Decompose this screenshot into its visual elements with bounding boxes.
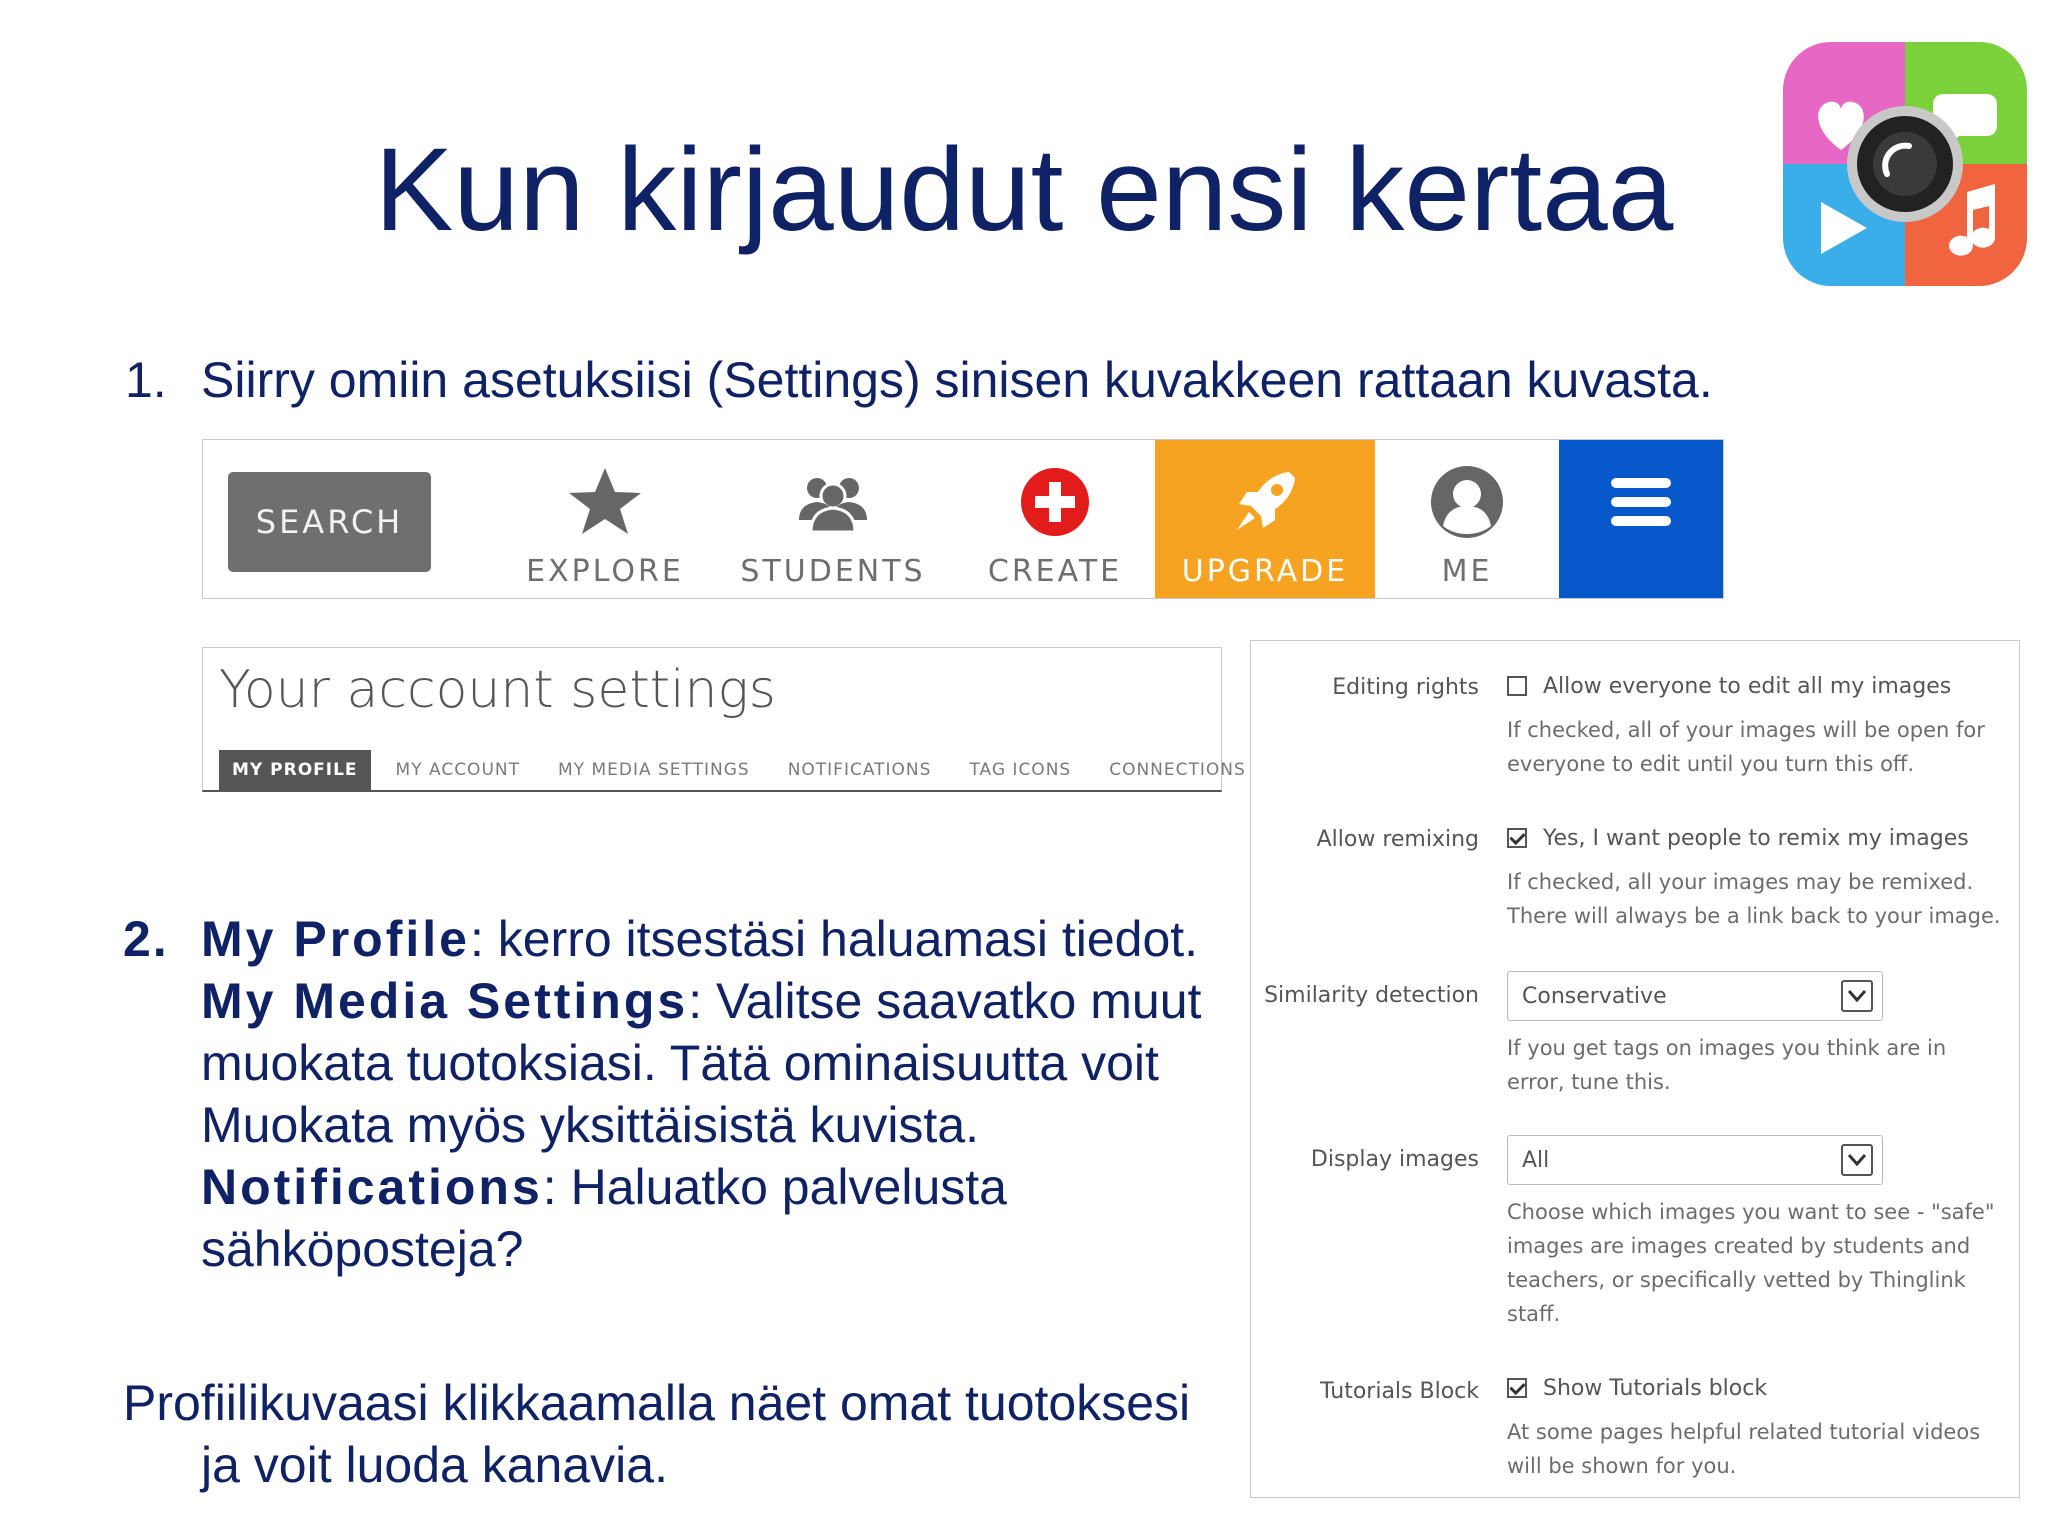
tutorials-block-help-1: At some pages helpful related tutorial v… xyxy=(1507,1420,1981,1444)
notifications-text-1: : Haluatko palvelusta xyxy=(542,1159,1007,1215)
explore-button[interactable]: EXPLORE xyxy=(505,440,705,598)
slide-title: Kun kirjaudut ensi kertaa xyxy=(374,124,1674,256)
allow-remixing-checkbox-label: Yes, I want people to remix my images xyxy=(1543,825,1969,851)
notifications-term: Notifications xyxy=(201,1159,543,1215)
star-icon xyxy=(569,468,641,534)
account-settings-header: Your account settings MY PROFILE MY ACCO… xyxy=(202,647,1245,792)
display-images-help-4: staff. xyxy=(1507,1302,1561,1326)
display-images-select[interactable]: All xyxy=(1507,1135,1883,1185)
display-images-help-3: teachers, or specifically vetted by Thin… xyxy=(1507,1268,1966,1292)
tab-notifications[interactable]: NOTIFICATIONS xyxy=(775,750,945,790)
editing-rights-label: Editing rights xyxy=(1332,675,1479,700)
allow-remixing-checkbox[interactable] xyxy=(1507,828,1527,848)
chevron-down-icon xyxy=(1841,980,1873,1012)
menu-button[interactable] xyxy=(1559,440,1723,598)
account-tabs: MY PROFILE MY ACCOUNT MY MEDIA SETTINGS … xyxy=(219,750,1271,790)
group-icon xyxy=(799,478,867,534)
rocket-icon xyxy=(1237,472,1295,530)
similarity-detection-help-2: error, tune this. xyxy=(1507,1070,1671,1094)
similarity-detection-select[interactable]: Conservative xyxy=(1507,971,1883,1021)
tutorials-block-help-2: will be shown for you. xyxy=(1507,1454,1737,1478)
similarity-detection-value: Conservative xyxy=(1522,983,1667,1009)
editing-rights-help-2: everyone to edit until you turn this off… xyxy=(1507,752,1915,776)
step-1: 1. Siirry omiin asetuksiisi (Settings) si… xyxy=(125,348,1713,412)
my-profile-term: My Profile xyxy=(201,911,470,967)
allow-remixing-help-1: If checked, all your images may be remix… xyxy=(1507,870,1974,894)
upgrade-label: UPGRADE xyxy=(1181,554,1349,589)
media-text-3: Muokata myös yksittäisistä kuvista. xyxy=(201,1097,980,1153)
editing-rights-checkbox-label: Allow everyone to edit all my images xyxy=(1543,673,1952,699)
upgrade-button[interactable]: UPGRADE xyxy=(1155,440,1375,598)
profile-note-line-1: Profiilikuvaasi klikkaamalla näet omat t… xyxy=(123,1375,1191,1431)
tab-my-media-settings[interactable]: MY MEDIA SETTINGS xyxy=(545,750,763,790)
media-text-1: : Valitse saavatko muut xyxy=(688,973,1202,1029)
create-label: CREATE xyxy=(987,554,1123,589)
students-label: STUDENTS xyxy=(740,554,926,589)
display-images-help-1: Choose which images you want to see - "s… xyxy=(1507,1200,1995,1224)
plus-circle-icon xyxy=(1021,468,1089,536)
media-settings-term: My Media Settings xyxy=(201,973,689,1029)
media-settings-panel: Editing rights Allow everyone to edit al… xyxy=(1250,640,2020,1498)
hamburger-menu-icon xyxy=(1611,478,1671,526)
me-label: ME xyxy=(1441,554,1493,589)
toolbar: SEARCH EXPLORE STUDENTS CREATE UPGRADE M… xyxy=(202,439,1724,599)
explore-label: EXPLORE xyxy=(526,554,684,589)
similarity-detection-label: Similarity detection xyxy=(1264,983,1479,1008)
my-profile-text: : kerro itsestäsi haluamasi tiedot. xyxy=(469,911,1199,967)
chevron-down-icon xyxy=(1841,1144,1873,1176)
notifications-text-2: sähköposteja? xyxy=(201,1221,524,1277)
profile-note: Profiilikuvaasi klikkaamalla näet omat t… xyxy=(123,1372,1190,1496)
display-images-value: All xyxy=(1522,1147,1550,1173)
me-button[interactable]: ME xyxy=(1375,440,1559,598)
similarity-detection-help-1: If you get tags on images you think are … xyxy=(1507,1036,1947,1060)
tab-tag-icons[interactable]: TAG ICONS xyxy=(956,750,1084,790)
camera-app-logo xyxy=(1783,42,2027,286)
allow-remixing-label: Allow remixing xyxy=(1316,827,1479,852)
tab-my-account[interactable]: MY ACCOUNT xyxy=(383,750,533,790)
tab-my-profile[interactable]: MY PROFILE xyxy=(219,750,371,790)
step-2: 2. My Profile: kerro itsestäsi haluamasi … xyxy=(123,908,1233,1280)
step-1-number: 1. xyxy=(125,352,167,408)
tab-connections[interactable]: CONNECTIONS xyxy=(1096,750,1259,790)
step-2-number: 2. xyxy=(123,911,169,967)
students-button[interactable]: STUDENTS xyxy=(733,440,933,598)
step-1-text: Siirry omiin asetuksiisi (Settings) sini… xyxy=(201,352,1713,408)
display-images-label: Display images xyxy=(1310,1147,1479,1172)
profile-note-line-2: ja voit luoda kanavia. xyxy=(201,1437,668,1493)
display-images-help-2: images are images created by students an… xyxy=(1507,1234,1971,1258)
user-avatar-icon xyxy=(1431,466,1503,538)
editing-rights-checkbox[interactable] xyxy=(1507,676,1527,696)
search-button[interactable]: SEARCH xyxy=(228,472,431,572)
account-settings-title: Your account settings xyxy=(219,660,776,720)
create-button[interactable]: CREATE xyxy=(955,440,1155,598)
tutorials-block-label: Tutorials Block xyxy=(1320,1379,1479,1404)
tutorials-block-checkbox-label: Show Tutorials block xyxy=(1543,1375,1768,1401)
editing-rights-help-1: If checked, all of your images will be o… xyxy=(1507,718,1985,742)
tutorials-block-checkbox[interactable] xyxy=(1507,1378,1527,1398)
allow-remixing-help-2: There will always be a link back to your… xyxy=(1507,904,2001,928)
media-text-2: muokata tuotoksiasi. Tätä ominaisuutta v… xyxy=(201,1035,1159,1091)
